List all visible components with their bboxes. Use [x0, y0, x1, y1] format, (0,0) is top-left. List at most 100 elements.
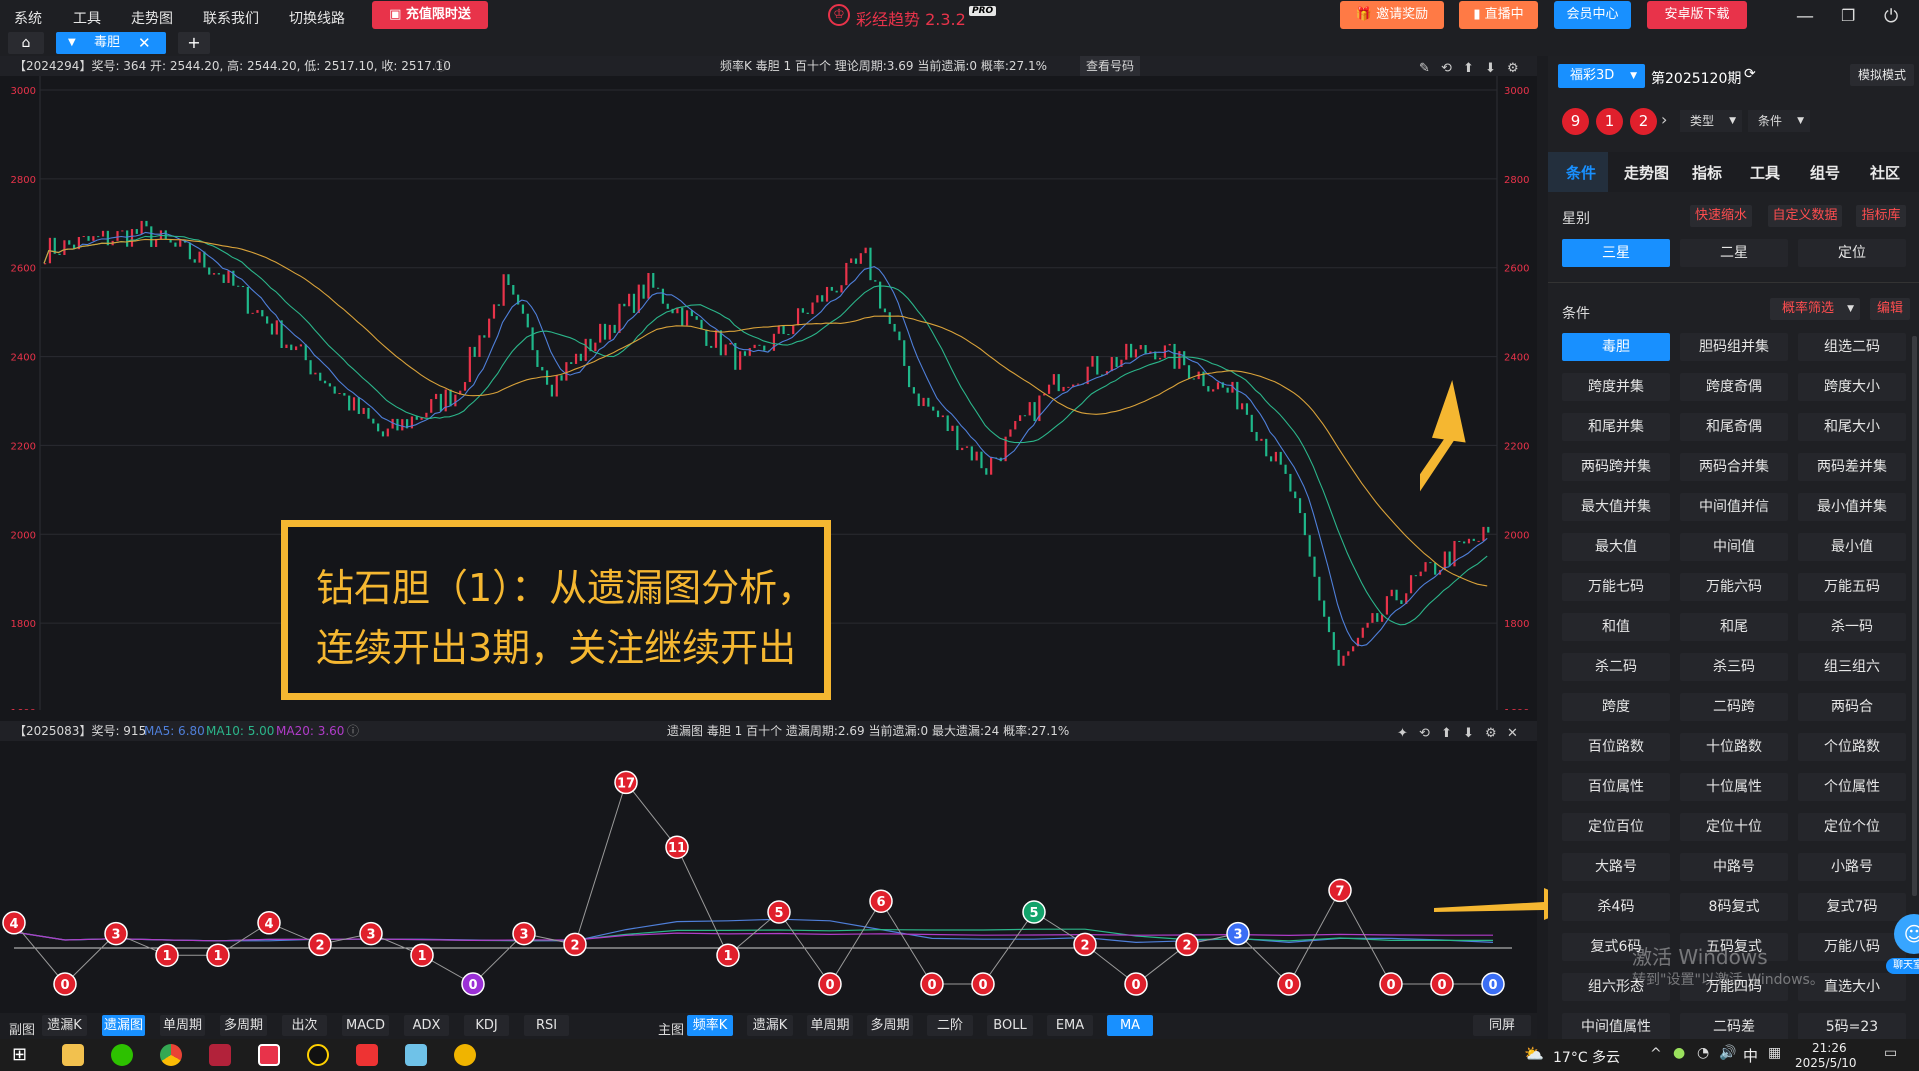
condition-button[interactable]: 中间值 — [1680, 533, 1788, 561]
star-two-button[interactable]: 二星 — [1680, 239, 1788, 267]
sub-tab[interactable]: 遗漏K — [42, 1015, 87, 1036]
nav-tab-group[interactable]: 组号 — [1810, 162, 1840, 183]
condition-button[interactable]: 组选二码 — [1798, 333, 1906, 361]
windows-start-icon[interactable]: ⊞ — [12, 1044, 27, 1065]
android-download-button[interactable]: 安卓版下载 — [1647, 1, 1747, 29]
power-icon[interactable]: ⏻ — [1884, 6, 1898, 27]
main-tab[interactable]: BOLL — [987, 1015, 1033, 1036]
indicator-lib-link[interactable]: 指标库 — [1856, 205, 1906, 227]
condition-button[interactable]: 毒胆 — [1562, 333, 1670, 361]
edit-button[interactable]: 编辑 — [1870, 298, 1910, 320]
sub-tab[interactable]: 单周期 — [160, 1015, 205, 1036]
live-button[interactable]: ▮ 直播中 — [1459, 1, 1538, 29]
condition-button[interactable]: 胆码组并集 — [1680, 333, 1788, 361]
condition-button[interactable]: 二码跨 — [1680, 693, 1788, 721]
sub-tab[interactable]: 遗漏图 — [102, 1015, 145, 1036]
condition-button[interactable]: 百位路数 — [1562, 733, 1670, 761]
condition-button[interactable]: 万能七码 — [1562, 573, 1670, 601]
condition-button[interactable]: 二码差 — [1680, 1013, 1788, 1041]
notes-icon[interactable] — [405, 1044, 427, 1066]
condition-button[interactable]: 个位路数 — [1798, 733, 1906, 761]
menu-tools[interactable]: 工具 — [73, 8, 101, 28]
clock-date[interactable]: 2025/5/10 — [1795, 1056, 1857, 1070]
condition-button[interactable]: 两码差并集 — [1798, 453, 1906, 481]
type-select[interactable]: 类型 ▼ — [1680, 110, 1742, 132]
condition-button[interactable]: 中间值属性 — [1562, 1013, 1670, 1041]
custom-data-link[interactable]: 自定义数据 — [1768, 205, 1842, 227]
chat-room-label[interactable]: 聊天室 — [1886, 958, 1919, 974]
condition-button[interactable]: 杀4码 — [1562, 893, 1670, 921]
condition-button[interactable]: 8码复式 — [1680, 893, 1788, 921]
same-screen-button[interactable]: 同屏 — [1473, 1015, 1531, 1036]
home-icon[interactable]: ⌂ — [8, 32, 44, 54]
condition-button[interactable]: 最小值并集 — [1798, 493, 1906, 521]
quick-shrink-link[interactable]: 快速缩水 — [1690, 205, 1752, 227]
menu-system[interactable]: 系统 — [14, 8, 42, 28]
condition-button[interactable]: 万能八码 — [1798, 933, 1906, 961]
menu-contact[interactable]: 联系我们 — [203, 8, 259, 28]
clock-time[interactable]: 21:26 — [1812, 1041, 1847, 1055]
app-icon[interactable] — [209, 1044, 231, 1066]
main-tab[interactable]: 频率K — [687, 1015, 733, 1036]
chevron-right-icon[interactable]: › — [1661, 110, 1667, 129]
help-icon[interactable]: ⓘ — [347, 721, 359, 741]
lottery-select[interactable]: 福彩3D ▼ — [1558, 64, 1645, 88]
main-tab[interactable]: 多周期 — [867, 1015, 913, 1036]
tab-dudan[interactable]: ▼ 毒胆 ✕ — [56, 32, 166, 54]
condition-button[interactable]: 跨度 — [1562, 693, 1670, 721]
sub-tab[interactable]: ADX — [404, 1015, 449, 1036]
condition-button[interactable]: 杀二码 — [1562, 653, 1670, 681]
condition-button[interactable]: 和尾 — [1680, 613, 1788, 641]
network-icon[interactable]: ◔ — [1697, 1045, 1709, 1061]
nav-tab-indicator[interactable]: 指标 — [1692, 162, 1722, 183]
condition-button[interactable]: 和尾大小 — [1798, 413, 1906, 441]
star-position-button[interactable]: 定位 — [1798, 239, 1906, 267]
member-center-button[interactable]: 会员中心 — [1554, 1, 1631, 29]
condition-button[interactable]: 和值 — [1562, 613, 1670, 641]
condition-button[interactable]: 小路号 — [1798, 853, 1906, 881]
view-code-button[interactable]: 查看号码 — [1080, 56, 1141, 76]
condition-button[interactable]: 和尾并集 — [1562, 413, 1670, 441]
volume-icon[interactable]: 🔊 — [1719, 1045, 1736, 1061]
condition-button[interactable]: 最大值并集 — [1562, 493, 1670, 521]
sub-tab[interactable]: 出次 — [282, 1015, 327, 1036]
browser-icon[interactable] — [160, 1044, 182, 1066]
promo-button[interactable]: ▣ 充值限时送 — [372, 1, 488, 29]
qq-icon[interactable] — [307, 1044, 329, 1066]
invite-button[interactable]: 🎁 邀请奖励 — [1340, 1, 1444, 29]
tool-icon[interactable] — [454, 1044, 476, 1066]
sub-tab[interactable]: MACD — [342, 1015, 389, 1036]
notification-icon[interactable]: ▭ — [1884, 1045, 1897, 1061]
main-tab[interactable]: 二阶 — [927, 1015, 973, 1036]
main-tab[interactable]: 单周期 — [807, 1015, 853, 1036]
wps-icon[interactable] — [356, 1044, 378, 1066]
condition-button[interactable]: 万能五码 — [1798, 573, 1906, 601]
scrollbar[interactable] — [1912, 336, 1917, 896]
condition-select[interactable]: 条件 ▼ — [1748, 110, 1810, 132]
condition-button[interactable]: 十位路数 — [1680, 733, 1788, 761]
file-explorer-icon[interactable] — [62, 1044, 84, 1066]
condition-button[interactable]: 最大值 — [1562, 533, 1670, 561]
help-icon[interactable]: ⓘ — [435, 56, 447, 76]
tray-app-icon[interactable]: ● — [1673, 1045, 1685, 1061]
ime-indicator[interactable]: 中 — [1743, 1045, 1758, 1066]
condition-button[interactable]: 跨度并集 — [1562, 373, 1670, 401]
caijing-app-icon[interactable] — [258, 1044, 280, 1066]
condition-button[interactable]: 中间值并信 — [1680, 493, 1788, 521]
condition-button[interactable]: 5码=23 — [1798, 1013, 1906, 1041]
condition-button[interactable]: 中路号 — [1680, 853, 1788, 881]
main-tab[interactable]: MA — [1107, 1015, 1153, 1036]
nav-tab-tools[interactable]: 工具 — [1750, 162, 1780, 183]
condition-button[interactable]: 跨度奇偶 — [1680, 373, 1788, 401]
main-tab[interactable]: 遗漏K — [747, 1015, 793, 1036]
condition-button[interactable]: 两码合并集 — [1680, 453, 1788, 481]
chevron-up-icon[interactable]: ^ — [1650, 1046, 1662, 1062]
nav-tab-condition[interactable]: 条件 — [1566, 162, 1596, 183]
condition-button[interactable]: 两码跨并集 — [1562, 453, 1670, 481]
star-three-button[interactable]: 三星 — [1562, 239, 1670, 267]
condition-button[interactable]: 大路号 — [1562, 853, 1670, 881]
condition-button[interactable]: 复式7码 — [1798, 893, 1906, 921]
restore-icon[interactable]: ❐ — [1841, 6, 1855, 25]
menu-trend[interactable]: 走势图 — [131, 8, 173, 28]
condition-button[interactable]: 杀三码 — [1680, 653, 1788, 681]
